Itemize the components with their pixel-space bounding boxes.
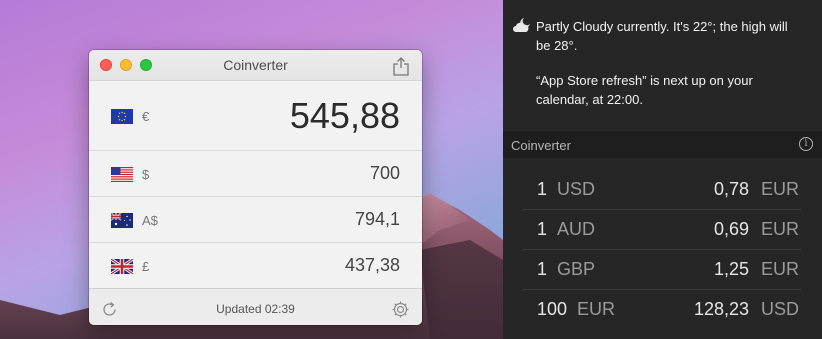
rate-row: 1 GBP 1,25 EUR (523, 250, 801, 290)
currency-symbol: $ (142, 167, 150, 182)
weather-summary: Partly Cloudy currently. It's 22°; the h… (536, 19, 788, 53)
updated-label: Updated 02:39 (216, 302, 295, 316)
au-flag-icon (111, 213, 133, 228)
from-amount: 1 (537, 179, 548, 199)
uk-flag-icon (111, 259, 133, 274)
currency-row-gbp[interactable]: £ 437,38 (89, 243, 422, 289)
rate-row: 1 USD 0,78 EUR (523, 170, 801, 210)
widget-title: Coinverter (511, 138, 571, 153)
notification-center-panel: Partly Cloudy currently. It's 22°; the h… (503, 0, 822, 339)
to-currency: USD (760, 299, 799, 319)
amount-input[interactable]: 437,38 (345, 255, 400, 276)
from-amount: 100 (537, 299, 568, 319)
currency-symbol: £ (142, 259, 150, 274)
amount-input[interactable]: 794,1 (355, 209, 400, 230)
to-amount: 0,78 (713, 179, 749, 199)
to-currency: EUR (760, 259, 799, 279)
amount-input[interactable]: 700 (370, 163, 400, 184)
window-footer: Updated 02:39 (89, 289, 422, 325)
currency-list: € 545,88 $ 700 A$ 794,1 £ 437,38 (89, 81, 422, 289)
from-amount: 1 (537, 259, 548, 279)
from-currency: EUR (577, 299, 616, 319)
calendar-summary: “App Store refresh” is next up on your c… (536, 73, 753, 107)
info-icon[interactable]: i (799, 137, 813, 151)
to-currency: EUR (760, 219, 799, 239)
currency-symbol: A$ (142, 213, 158, 228)
from-amount: 1 (537, 219, 548, 239)
eu-flag-icon (111, 109, 133, 124)
to-amount: 1,25 (713, 259, 749, 279)
share-icon[interactable] (392, 56, 410, 76)
rate-row: 100 EUR 128,23 USD (523, 290, 801, 330)
coinverter-widget-header: Coinverter i (503, 131, 822, 158)
rates-list: 1 USD 0,78 EUR 1 AUD 0,69 EUR 1 GBP 1,25… (523, 170, 801, 330)
from-currency: GBP (557, 259, 596, 279)
coinverter-window: Coinverter € 545,88 $ 700 A$ 794,1 £ 437… (89, 50, 422, 325)
us-flag-icon (111, 167, 133, 182)
from-currency: USD (557, 179, 596, 199)
title-bar[interactable]: Coinverter (89, 50, 422, 81)
to-amount: 0,69 (713, 219, 749, 239)
currency-row-aud[interactable]: A$ 794,1 (89, 197, 422, 243)
rate-row: 1 AUD 0,69 EUR (523, 210, 801, 250)
currency-row-eur[interactable]: € 545,88 (89, 81, 422, 151)
from-currency: AUD (557, 219, 596, 239)
currency-row-usd[interactable]: $ 700 (89, 151, 422, 197)
to-currency: EUR (760, 179, 799, 199)
window-title: Coinverter (223, 57, 288, 73)
gear-icon[interactable] (391, 300, 410, 319)
to-amount: 128,23 (693, 299, 749, 319)
currency-symbol: € (142, 109, 150, 124)
partly-cloudy-night-icon (513, 18, 530, 32)
amount-input[interactable]: 545,88 (290, 95, 400, 137)
